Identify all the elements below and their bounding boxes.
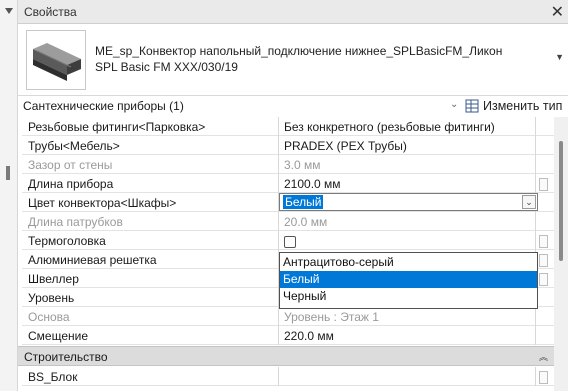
property-name: Длина патрубков [22,212,279,231]
property-row[interactable]: Трубы<Мебель> PRADEX (PEX Трубы) [22,136,554,155]
edit-type-label: Изменить тип [483,99,563,113]
property-value[interactable]: Без конкретного (резьбовые фитинги) [279,117,536,136]
section-label: Строительство [24,350,108,364]
associate-parameter-button[interactable] [539,371,548,384]
associate-parameter-button[interactable] [539,273,548,286]
property-name: Основа [22,307,279,326]
property-grid: Резьбовые фитинги<Парковка> Без конкретн… [22,117,554,345]
property-name: Смещение [22,326,279,345]
thermohead-checkbox[interactable] [284,236,296,248]
property-name: Уровень [22,288,279,307]
property-row[interactable]: Резьбовые фитинги<Парковка> Без конкретн… [22,117,554,136]
type-header[interactable]: ME_sp_Конвектор напольный_подключение ни… [18,24,568,96]
convector-color-select[interactable]: Белый ⌄ [279,193,538,211]
property-row: Основа Уровень : Этаж 1 [22,307,554,326]
type-dropdown-arrow-icon[interactable]: ▼ [555,52,564,62]
property-value[interactable] [279,231,536,250]
edit-type-icon [465,99,479,113]
property-row[interactable]: Длина прибора 2100.0 мм [22,174,554,193]
property-value: 20.0 мм [279,212,536,231]
pin-icon[interactable] [4,6,14,16]
property-value: 3.0 мм [279,155,536,174]
associate-parameter-button[interactable] [539,235,548,248]
property-name: Длина прибора [22,174,279,193]
section-header-construction[interactable]: Строительство ︽ [18,346,554,366]
selected-value: Белый [283,195,324,209]
property-name: Швеллер [22,269,279,288]
property-value[interactable] [279,367,536,386]
family-name-line1: ME_sp_Конвектор напольный_подключение ни… [95,44,503,58]
property-name: Термоголовка [22,231,279,250]
family-name: ME_sp_Конвектор напольный_подключение ни… [95,43,545,75]
scrollbar-thumb[interactable] [559,141,563,261]
close-icon[interactable]: ✕ [551,2,564,22]
family-preview-image [26,30,86,90]
properties-titlebar: Свойства ✕ [18,0,568,24]
property-grid-construction: BS_Блок [22,367,554,386]
category-selector[interactable]: Сантехнические приборы (1) ⌄ Изменить ти… [18,96,568,116]
dropdown-option[interactable]: Антрацитово-серый [280,254,537,271]
dropdown-option[interactable]: Черный [280,288,537,305]
family-name-line2: SPL Basic FM XXX/030/19 [95,60,238,74]
vertical-scrollbar[interactable] [554,117,568,391]
associate-parameter-button[interactable] [539,178,548,191]
chevron-down-icon[interactable]: ⌄ [450,99,458,110]
dropdown-option-selected[interactable]: Белый [280,271,537,288]
property-name: Алюминиевая решетка [22,250,279,269]
associate-parameter-button[interactable] [539,254,548,267]
property-value: Уровень : Этаж 1 [279,307,536,326]
color-options-list[interactable]: Антрацитово-серый Белый Черный [279,252,538,309]
property-row: Длина патрубков 20.0 мм [22,212,554,231]
property-name: Цвет конвектора<Шкафы> [22,193,279,212]
property-name: Трубы<Мебель> [22,136,279,155]
resize-grip[interactable] [6,166,10,180]
property-name: Зазор от стены [22,155,279,174]
collapse-icon[interactable]: ︽ [539,350,548,363]
property-value[interactable]: PRADEX (PEX Трубы) [279,136,536,155]
property-name: Резьбовые фитинги<Парковка> [22,117,279,136]
property-name: BS_Блок [22,367,279,386]
property-row[interactable]: Смещение 220.0 мм [22,326,554,345]
edit-type-button[interactable]: Изменить тип [465,98,562,114]
panel-title: Свойства [24,5,77,19]
property-value[interactable]: 220.0 мм [279,326,536,345]
left-dock-strip [0,0,18,391]
property-row: Зазор от стены 3.0 мм [22,155,554,174]
chevron-down-icon[interactable]: ⌄ [522,195,536,209]
category-selector-label: Сантехнические приборы (1) [23,99,184,113]
property-row[interactable]: BS_Блок [22,367,554,386]
property-value[interactable]: 2100.0 мм [279,174,536,193]
